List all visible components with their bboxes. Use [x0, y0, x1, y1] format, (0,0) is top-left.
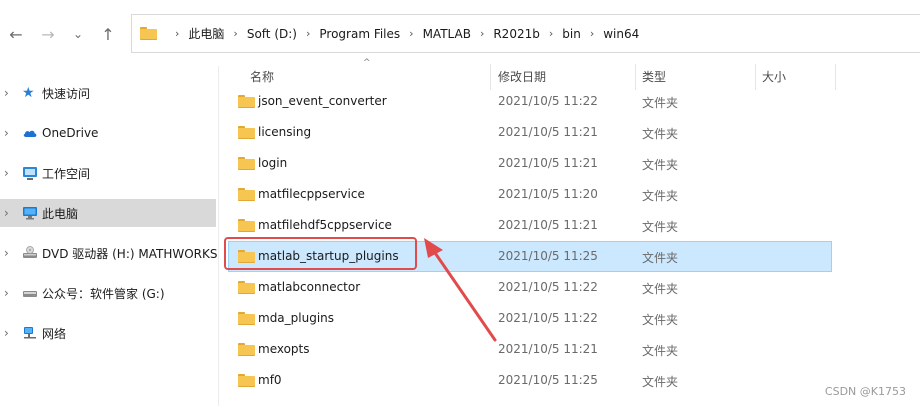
watermark: CSDN @K1753 — [824, 385, 906, 398]
annotation-arrow — [424, 238, 497, 342]
